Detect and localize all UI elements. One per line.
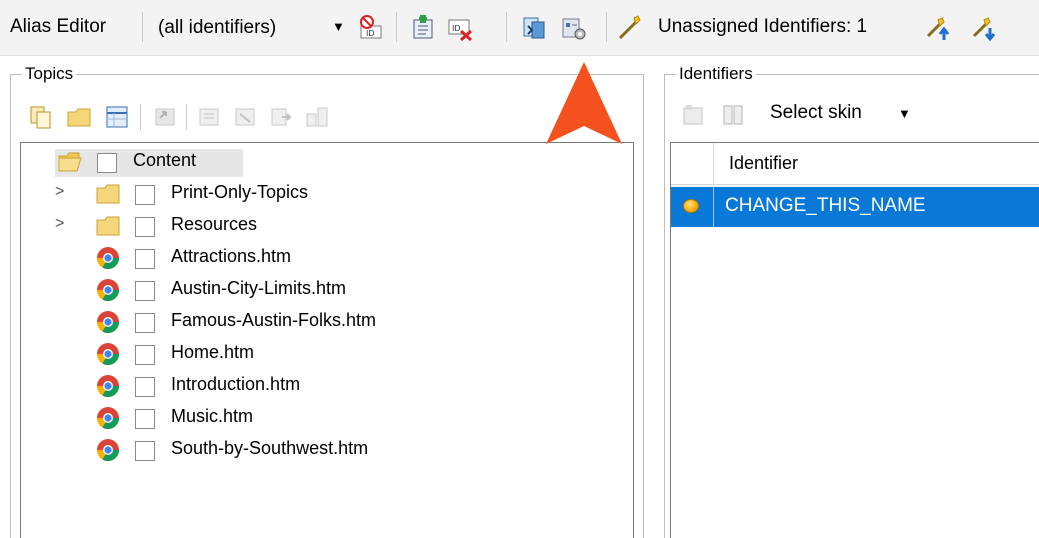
tree-item[interactable]: > Print-Only-Topics (21, 179, 621, 209)
link-icon[interactable] (520, 14, 548, 42)
delete-id-icon[interactable]: ID (446, 14, 474, 42)
checkbox[interactable] (135, 185, 155, 205)
browser-icon (97, 311, 119, 333)
tree-root-content[interactable]: Content (21, 147, 621, 177)
move-up-icon[interactable] (924, 14, 952, 42)
svg-text:ID: ID (452, 24, 461, 33)
tree-item-label: Attractions.htm (171, 246, 292, 266)
checkbox[interactable] (135, 217, 155, 237)
identifiers-group-label: Identifiers (676, 64, 756, 84)
chevron-down-icon[interactable]: ▼ (332, 19, 345, 34)
filter-id-icon[interactable]: ID (358, 14, 386, 42)
toolbar-separator (606, 12, 607, 42)
browser-icon (97, 279, 119, 301)
new-alias-icon[interactable] (410, 14, 438, 42)
unassigned-count-label: Unassigned Identifiers: 1 (658, 16, 868, 37)
toolbar-separator (142, 12, 143, 42)
tree-item[interactable]: South-by-Southwest.htm (21, 435, 621, 465)
tree-item-label: Content (133, 150, 197, 170)
tree-item-label: Music.htm (171, 406, 254, 426)
tree-item[interactable]: Famous-Austin-Folks.htm (21, 307, 621, 337)
table-view-icon[interactable] (104, 104, 130, 130)
folder-icon[interactable] (66, 104, 92, 130)
tree-item-label: Famous-Austin-Folks.htm (171, 310, 377, 330)
tree-item[interactable]: Austin-City-Limits.htm (21, 275, 621, 305)
tree-item-label: Introduction.htm (171, 374, 301, 394)
identifier-value: CHANGE_THIS_NAME (725, 195, 926, 216)
unassign-topic-icon (235, 108, 255, 126)
move-down-icon[interactable] (970, 14, 998, 42)
chevron-right-icon[interactable]: > (55, 215, 64, 233)
identifier-bullet-icon (683, 199, 699, 213)
toolbar-separator (506, 12, 507, 42)
identifier-column-header[interactable]: Identifier (729, 153, 798, 174)
topics-group-label: Topics (22, 64, 77, 84)
tree-item[interactable]: > Resources (21, 211, 621, 241)
tree-item-label: Print-Only-Topics (171, 182, 309, 202)
browser-icon (97, 407, 119, 429)
tree-item[interactable]: Home.htm (21, 339, 621, 369)
checkbox[interactable] (135, 345, 155, 365)
tree-item-label: Resources (171, 214, 258, 234)
panel-separator (186, 104, 187, 130)
checkbox[interactable] (135, 313, 155, 333)
table-row[interactable]: CHANGE_THIS_NAME (671, 187, 1039, 227)
assign-topic-icon (199, 108, 219, 126)
editor-title: Alias Editor (10, 16, 107, 37)
topics-tree: Content > Print-Only-Topics > Resources … (20, 142, 634, 538)
sort-topic-icon (306, 107, 328, 127)
checkbox[interactable] (135, 249, 155, 269)
identifiers-grid: Identifier CHANGE_THIS_NAME (670, 142, 1039, 538)
open-folder-icon (58, 152, 82, 172)
browser-icon (97, 439, 119, 461)
skin-preview-icon (683, 105, 703, 125)
folder-icon (96, 216, 120, 236)
select-skin-button[interactable]: Select skin (770, 102, 862, 124)
column-divider (713, 143, 714, 185)
identifier-filter-select[interactable]: (all identifiers) (158, 17, 276, 39)
checkbox[interactable] (135, 281, 155, 301)
svg-text:ID: ID (366, 29, 375, 38)
toolbar-separator (396, 12, 397, 42)
callout-arrow-icon (546, 62, 622, 144)
copy-topic-icon[interactable] (28, 104, 54, 130)
panel-separator (140, 104, 141, 130)
main-toolbar: Alias Editor (all identifiers) ▼ ID ID U… (0, 0, 1039, 56)
move-topic-icon (271, 108, 292, 126)
column-divider (713, 187, 714, 227)
tree-item[interactable]: Music.htm (21, 403, 621, 433)
folder-icon (96, 184, 120, 204)
tree-item-label: Home.htm (171, 342, 255, 362)
settings-icon[interactable] (560, 14, 588, 42)
tree-item-label: Austin-City-Limits.htm (171, 278, 347, 298)
browser-icon (97, 375, 119, 397)
chevron-right-icon[interactable]: > (55, 183, 64, 201)
checkbox[interactable] (97, 153, 117, 173)
link-topic-icon (155, 108, 175, 126)
tree-item-label: South-by-Southwest.htm (171, 438, 369, 458)
tree-item[interactable]: Introduction.htm (21, 371, 621, 401)
chevron-down-icon[interactable]: ▼ (898, 106, 911, 121)
assign-icon (618, 15, 641, 40)
tree-item[interactable]: Attractions.htm (21, 243, 621, 273)
browser-icon (97, 247, 119, 269)
checkbox[interactable] (135, 377, 155, 397)
checkbox[interactable] (135, 409, 155, 429)
book-icon (723, 105, 743, 125)
browser-icon (97, 343, 119, 365)
grid-header: Identifier (671, 143, 1039, 185)
checkbox[interactable] (135, 441, 155, 461)
